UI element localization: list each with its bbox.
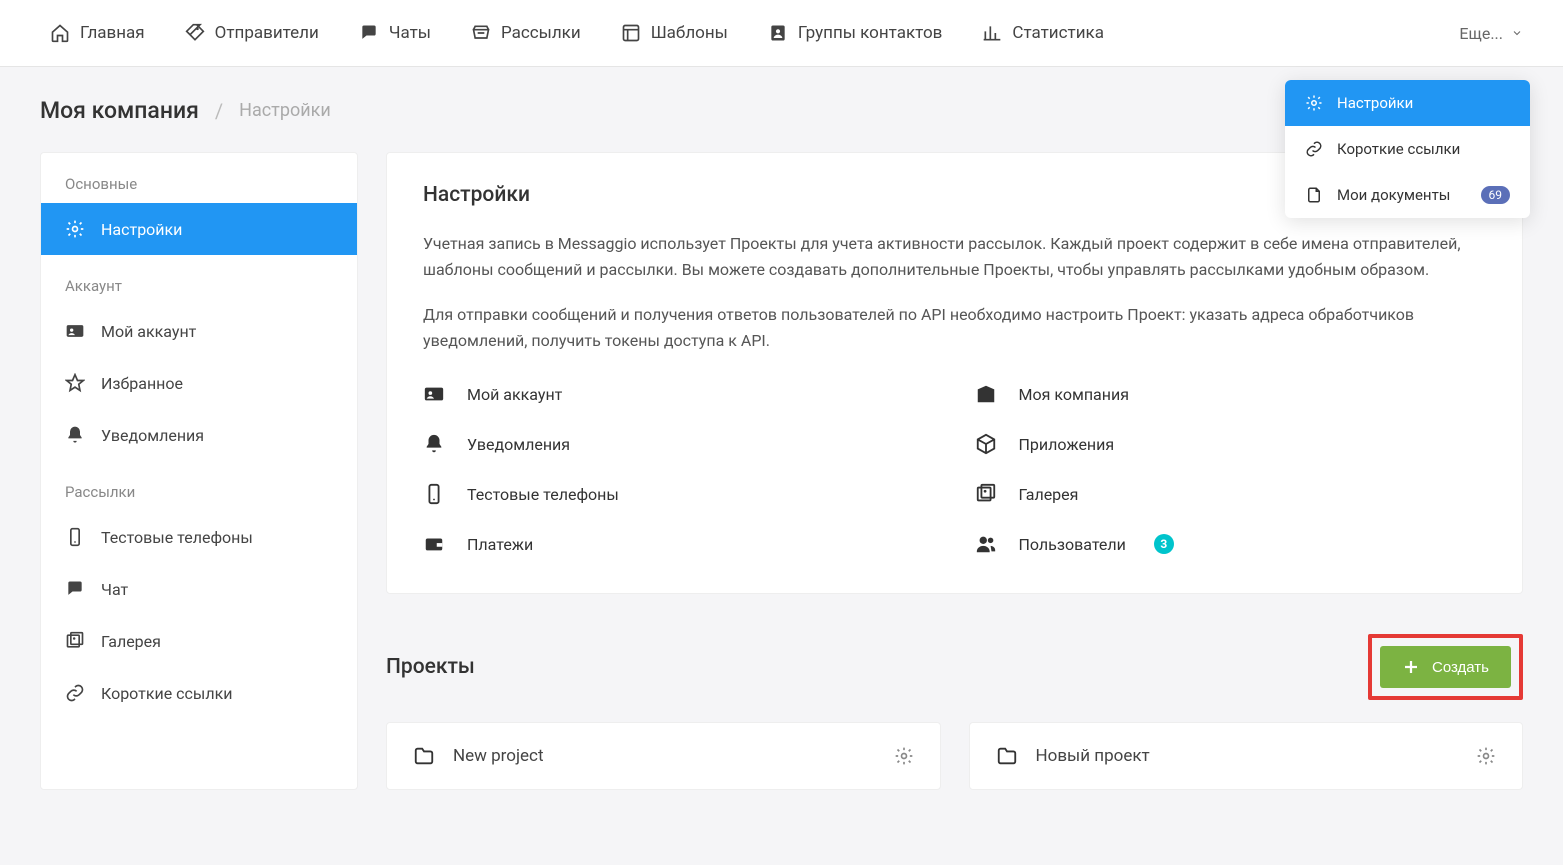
sidebar: Основные Настройки Аккаунт Мой аккаунт И… [40,152,358,790]
settings-description-1: Учетная запись в Messaggio использует Пр… [423,231,1486,282]
template-icon [621,23,641,43]
create-highlight: Создать [1368,634,1523,700]
sidebar-item-test-phones[interactable]: Тестовые телефоны [41,511,357,563]
gallery-icon [65,631,85,651]
home-icon [50,23,70,43]
company-icon [975,383,997,405]
nav-senders[interactable]: Отправители [165,0,339,66]
tag-icon [185,23,205,43]
sidebar-item-settings[interactable]: Настройки [41,203,357,255]
chat-icon [359,23,379,43]
phone-icon [423,483,445,505]
breadcrumb-company[interactable]: Моя компания [40,97,199,124]
gear-icon[interactable] [894,746,914,766]
link-icon [1305,140,1323,158]
project-card[interactable]: New project [386,722,941,790]
sidebar-item-gallery[interactable]: Галерея [41,615,357,667]
idcard-icon [423,383,445,405]
gear-icon[interactable] [1476,746,1496,766]
projects-header: Проекты Создать [386,634,1523,700]
nav-statistics[interactable]: Статистика [962,0,1124,66]
link-icon [65,683,85,703]
more-dropdown: Настройки Короткие ссылки Мои документы6… [1285,80,1530,218]
settings-description-2: Для отправки сообщений и получения ответ… [423,302,1486,353]
chat-icon [65,579,85,599]
link-test-phones[interactable]: Тестовые телефоны [423,473,935,515]
settings-links-grid: Мой аккаунт Моя компания Уведомления При… [423,373,1486,565]
sidebar-section-broadcasts: Рассылки [41,461,357,511]
contacts-icon [768,23,788,43]
dropdown-settings[interactable]: Настройки [1285,80,1530,126]
folder-icon [996,745,1018,767]
link-payments[interactable]: Платежи [423,523,935,565]
nav-contact-groups[interactable]: Группы контактов [748,0,963,66]
sidebar-item-notifications[interactable]: Уведомления [41,409,357,461]
plus-icon [1402,658,1420,676]
link-gallery[interactable]: Галерея [975,473,1487,515]
project-name: New project [453,746,876,766]
nav-templates[interactable]: Шаблоны [601,0,748,66]
wallet-icon [423,533,445,555]
nav-more[interactable]: Еще... [1449,24,1533,43]
link-my-account[interactable]: Мой аккаунт [423,373,935,415]
sidebar-item-my-account[interactable]: Мой аккаунт [41,305,357,357]
link-users[interactable]: Пользователи3 [975,523,1487,565]
dropdown-my-documents[interactable]: Мои документы69 [1285,172,1530,218]
nav-chats[interactable]: Чаты [339,0,451,66]
doc-icon [1305,186,1323,204]
gallery-icon [975,483,997,505]
project-card[interactable]: Новый проект [969,722,1524,790]
sidebar-item-short-links[interactable]: Короткие ссылки [41,667,357,719]
breadcrumb-page: Настройки [239,100,331,121]
phone-icon [65,527,85,547]
top-navigation: Главная Отправители Чаты Рассылки Шаблон… [0,0,1563,67]
users-count-badge: 3 [1154,534,1174,554]
box-icon [975,433,997,455]
projects-grid: New project Новый проект [386,722,1523,790]
breadcrumb-separator: / [215,99,223,123]
bell-icon [423,433,445,455]
sidebar-section-main: Основные [41,153,357,203]
documents-count-badge: 69 [1481,186,1511,204]
folder-icon [413,745,435,767]
stats-icon [982,23,1002,43]
project-name: Новый проект [1036,746,1459,766]
sidebar-item-chat[interactable]: Чат [41,563,357,615]
main-content: Настройки Учетная запись в Messaggio исп… [386,152,1523,790]
link-notifications[interactable]: Уведомления [423,423,935,465]
create-project-button[interactable]: Создать [1380,646,1511,688]
link-applications[interactable]: Приложения [975,423,1487,465]
nav-broadcasts[interactable]: Рассылки [451,0,601,66]
sidebar-section-account: Аккаунт [41,255,357,305]
users-icon [975,533,997,555]
bell-icon [65,425,85,445]
idcard-icon [65,321,85,341]
settings-card: Настройки Учетная запись в Messaggio исп… [386,152,1523,594]
sidebar-item-favorites[interactable]: Избранное [41,357,357,409]
gear-icon [1305,94,1323,112]
dropdown-short-links[interactable]: Короткие ссылки [1285,126,1530,172]
inbox-icon [471,23,491,43]
link-my-company[interactable]: Моя компания [975,373,1487,415]
projects-title: Проекты [386,655,475,679]
nav-home[interactable]: Главная [30,0,165,66]
star-icon [65,373,85,393]
gear-icon [65,219,85,239]
chevron-down-icon [1511,27,1523,39]
